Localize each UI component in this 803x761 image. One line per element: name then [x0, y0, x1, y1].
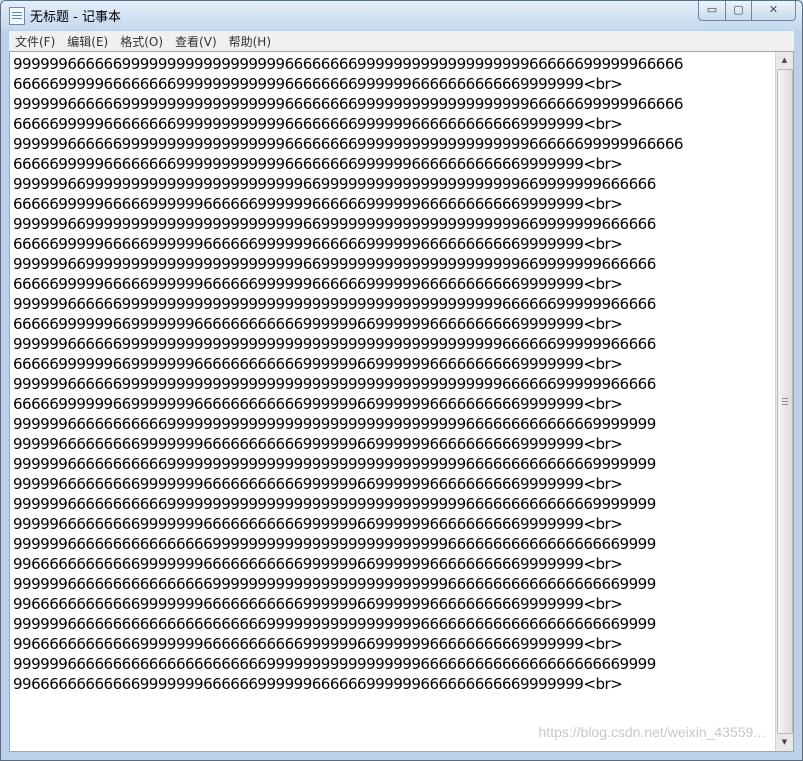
text-line: 9999996666666666699999999999999999999999… [13, 495, 656, 513]
text-line: 6666699999666666669999999999996666666699… [13, 115, 623, 133]
text-line: 6666699999666666669999999999996666666699… [13, 75, 623, 93]
text-editor[interactable]: 9999996666669999999999999999996666666699… [9, 51, 794, 752]
text-line: 9999996666666666666666666666999999999999… [13, 615, 656, 633]
window-controls: ▭ ▢ ✕ [698, 1, 796, 21]
text-line: 9999996666669999999999999999996666666699… [13, 135, 683, 153]
scroll-down-button[interactable]: ▼ [776, 734, 793, 751]
text-line: 9999996666666666666666666666999999999999… [13, 655, 656, 673]
text-line: 9999996666666666666666999999999999999999… [13, 535, 656, 553]
text-line: 9999996699999999999999999999999966999999… [13, 255, 656, 273]
text-line: 6666699999666669999996666669999996666669… [13, 235, 623, 253]
menu-format[interactable]: 格式(O) [114, 33, 169, 50]
text-line: 9999996666669999999999999999996666666699… [13, 55, 683, 73]
text-line: 9999996699999999999999999999999966999999… [13, 175, 656, 193]
text-line: 9999996666669999999999999999999999999999… [13, 295, 656, 313]
text-line: 9966666666666699999996666666666699999966… [13, 555, 623, 573]
menu-view[interactable]: 查看(V) [169, 33, 223, 50]
text-line: 9999996666666666699999999999999999999999… [13, 455, 656, 473]
text-line: 6666699999966999999966666666666699999966… [13, 395, 623, 413]
scrollbar-thumb[interactable] [777, 69, 793, 734]
text-line: 6666699999966999999966666666666699999966… [13, 315, 623, 333]
text-line: 6666699999666669999996666669999996666669… [13, 195, 623, 213]
vertical-scrollbar[interactable]: ▲ ▼ [775, 52, 793, 751]
editor-content[interactable]: 9999996666669999999999999999996666666699… [13, 54, 773, 737]
menu-help[interactable]: 帮助(H) [223, 33, 277, 50]
text-line: 9966666666666699999996666669999996666669… [13, 675, 623, 693]
notepad-app-icon[interactable] [9, 7, 25, 25]
window-title: 无标题 - 记事本 [30, 10, 121, 25]
text-line: 9999966666666699999996666666666699999966… [13, 475, 623, 493]
scroll-up-button[interactable]: ▲ [776, 52, 793, 69]
notepad-window: 无标题 - 记事本 ▭ ▢ ✕ 文件(F) 编辑(E) 格式(O) 查看(V) … [0, 0, 803, 761]
text-line: 6666699999666666669999999999996666666699… [13, 155, 623, 173]
text-line: 9999996666669999999999999999996666666699… [13, 95, 683, 113]
text-line: 9999966666666699999996666666666699999966… [13, 515, 623, 533]
text-line: 6666699999966999999966666666666699999966… [13, 355, 623, 373]
menu-file[interactable]: 文件(F) [9, 33, 61, 50]
thumb-grip-icon [782, 397, 788, 399]
text-line: 9999966666666699999996666666666699999966… [13, 435, 623, 453]
text-line: 9999996666669999999999999999999999999999… [13, 335, 656, 353]
menu-bar: 文件(F) 编辑(E) 格式(O) 查看(V) 帮助(H) [9, 31, 794, 51]
watermark: https://blog.csdn.net/weixin_43559... [538, 724, 765, 740]
text-line: 9966666666666699999996666666666699999966… [13, 595, 623, 613]
menu-edit[interactable]: 编辑(E) [61, 33, 114, 50]
title-bar[interactable]: 无标题 - 记事本 ▭ ▢ ✕ [1, 1, 802, 29]
text-line: 6666699999666669999996666669999996666669… [13, 275, 623, 293]
close-button[interactable]: ✕ [752, 1, 796, 21]
text-line: 9999996666669999999999999999999999999999… [13, 375, 656, 393]
text-line: 9999996666666666666666999999999999999999… [13, 575, 656, 593]
text-line: 9966666666666699999996666666666699999966… [13, 635, 623, 653]
text-line: 9999996699999999999999999999999966999999… [13, 215, 656, 233]
text-line: 9999996666666666699999999999999999999999… [13, 415, 656, 433]
maximize-button[interactable]: ▢ [726, 1, 752, 21]
minimize-button[interactable]: ▭ [698, 1, 726, 21]
